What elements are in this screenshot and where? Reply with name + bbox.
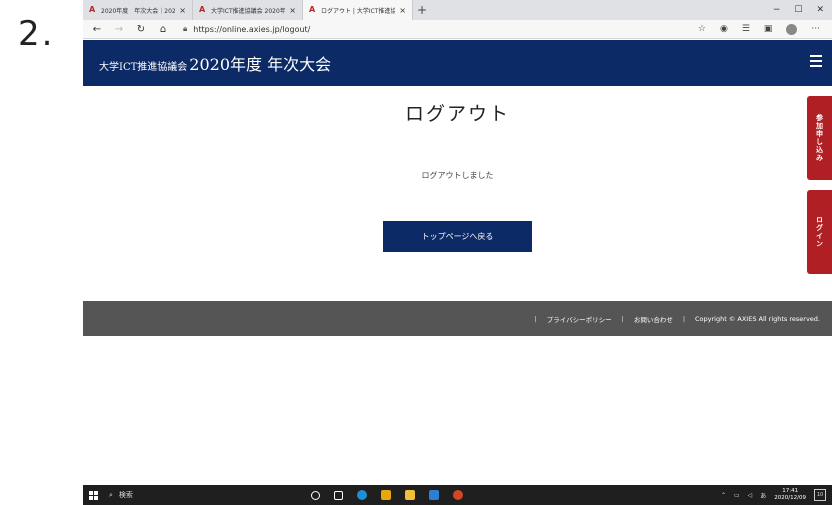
mail-icon[interactable] (429, 490, 439, 500)
store-icon[interactable] (381, 490, 391, 500)
site-favicon-icon: A (89, 5, 96, 14)
lock-icon: 🔒︎ (183, 24, 188, 33)
browser-tab-2[interactable]: A 大学ICT推進協議会 2020年度 年... × (193, 0, 303, 20)
page-title: ログアウト (404, 103, 510, 125)
back-icon[interactable]: ← (91, 24, 103, 35)
tab-close-icon[interactable]: × (399, 6, 406, 15)
windows-taskbar: ⌕ 検索 ⌃ ▭ ◁ あ 17:41 2020/12/09 10 (83, 485, 832, 505)
taskbar-search-placeholder: 検索 (118, 491, 133, 499)
chevron-up-icon[interactable]: ⌃ (721, 492, 726, 499)
apply-side-tab[interactable]: 参加申し込み (807, 96, 832, 180)
footer-separator: | (682, 314, 686, 323)
more-icon[interactable]: ··· (811, 24, 820, 34)
site-header: 大学ICT推進協議会 2020年度 年次大会 (83, 40, 832, 86)
browser-addressbar: ← → ↻ ⌂ 🔒︎ https://online.axies.jp/logou… (83, 20, 832, 39)
favorite-star-icon[interactable]: ☆ (698, 24, 706, 34)
taskbar-search[interactable]: ⌕ 検索 (103, 485, 289, 505)
volume-icon[interactable]: ◁ (748, 492, 753, 499)
back-to-top-page-button[interactable]: トップページへ戻る (383, 221, 532, 252)
close-window-icon[interactable]: ✕ (816, 5, 824, 15)
clock-time: 17:41 (782, 488, 799, 494)
edge-icon[interactable] (357, 490, 367, 500)
copyright-text: Copyright © AXIES All rights reserved. (695, 314, 820, 323)
favorites-icon[interactable]: ☰ (742, 24, 750, 34)
url-field[interactable]: 🔒︎ https://online.axies.jp/logout/ (183, 24, 310, 34)
maximize-icon[interactable]: ☐ (794, 5, 802, 15)
file-explorer-icon[interactable] (405, 490, 415, 500)
windows-logo-icon (88, 490, 98, 500)
clock-date: 2020/12/09 (774, 495, 806, 501)
browser-tab-1[interactable]: A 2020年度 年次大会｜2020年 ... × (83, 0, 193, 20)
tab-close-icon[interactable]: × (289, 6, 296, 15)
new-tab-button[interactable]: + (413, 0, 431, 20)
cortana-icon[interactable] (311, 490, 320, 500)
system-tray: ⌃ ▭ ◁ あ 17:41 2020/12/09 10 (721, 488, 832, 502)
main-content: ログアウト ログアウトしました トップページへ戻る (83, 86, 832, 301)
privacy-policy-link[interactable]: プライバシーポリシー (547, 314, 612, 324)
tab-title: 大学ICT推進協議会 2020年度 年... (211, 7, 286, 15)
logout-message: ログアウトしました (421, 171, 494, 180)
login-side-tab[interactable]: ログイン (807, 190, 832, 274)
browser-tab-3-active[interactable]: A ログアウト | 大学ICT推進協議会 20... × (303, 0, 413, 20)
taskbar-clock[interactable]: 17:41 2020/12/09 (774, 488, 806, 502)
footer-separator: | (621, 314, 624, 323)
browser-toolbar: ☆ ◉ ☰ ▣ ··· (698, 23, 832, 35)
task-view-icon[interactable] (334, 490, 343, 500)
step-label: 2. (18, 14, 55, 54)
minimize-icon[interactable]: − (773, 5, 781, 15)
url-text: https://online.axies.jp/logout/ (193, 24, 311, 34)
tab-title: 2020年度 年次大会｜2020年 ... (101, 7, 176, 15)
profile-avatar[interactable] (786, 23, 798, 35)
site-favicon-icon: A (309, 5, 316, 14)
browser-tabbar: A 2020年度 年次大会｜2020年 ... × A 大学ICT推進協議会 2… (83, 0, 832, 20)
tab-title: ログアウト | 大学ICT推進協議会 20... (321, 7, 396, 15)
site-title[interactable]: 大学ICT推進協議会 2020年度 年次大会 (99, 51, 331, 75)
forward-icon[interactable]: → (113, 24, 125, 35)
start-button[interactable] (83, 485, 103, 505)
home-icon[interactable]: ⌂ (157, 24, 169, 35)
contact-link[interactable]: お問い合わせ (634, 314, 673, 324)
powerpoint-icon[interactable] (453, 490, 463, 500)
extension-icon[interactable]: ◉ (720, 24, 728, 34)
network-icon[interactable]: ▭ (734, 492, 740, 499)
site-footer: | プライバシーポリシー | お問い合わせ | Copyright © AXIE… (83, 301, 832, 336)
menu-icon[interactable] (810, 55, 822, 67)
search-icon: ⌕ (109, 490, 113, 499)
tab-close-icon[interactable]: × (179, 6, 186, 15)
site-title-main: 2020年度 年次大会 (189, 55, 332, 74)
window-controls: − ☐ ✕ (773, 0, 832, 20)
notification-icon[interactable]: 10 (814, 489, 826, 501)
site-favicon-icon: A (199, 5, 206, 14)
footer-separator: | (534, 314, 537, 323)
ime-icon[interactable]: あ (760, 491, 766, 500)
taskbar-apps (311, 490, 463, 500)
refresh-icon[interactable]: ↻ (135, 24, 147, 35)
collections-icon[interactable]: ▣ (764, 24, 773, 34)
site-title-prefix: 大学ICT推進協議会 (99, 62, 188, 73)
